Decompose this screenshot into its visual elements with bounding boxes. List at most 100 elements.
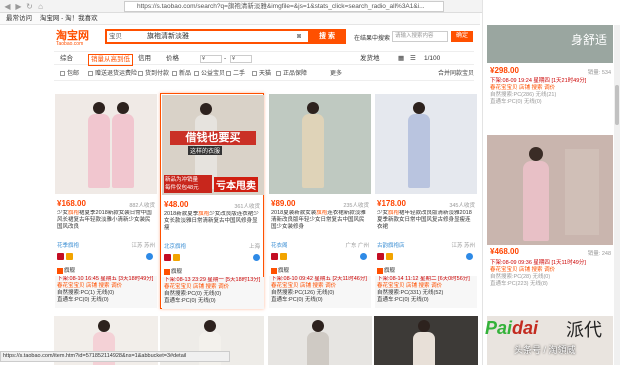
filter-genuine[interactable]: 正品保障: [276, 70, 307, 78]
shop-name[interactable]: 北京旗袍: [164, 242, 186, 250]
url-field[interactable]: https://s.taobao.com/search?q=旗袍清新淡雅&img…: [124, 1, 444, 12]
natural-search-stat: 自然搜索:PC(1) 无线(0): [57, 290, 115, 296]
bookmarks-bar: 最常访问 淘宝网 - 淘！我喜欢: [0, 13, 480, 25]
in-results-input[interactable]: 请输入搜索内容: [392, 31, 448, 42]
shop-links[interactable]: 春花宝宝贝 店铺 搜索 调价: [164, 284, 264, 291]
page-indicator: 1/100: [424, 55, 441, 62]
price-to-input[interactable]: ¥: [230, 55, 252, 63]
shop-name[interactable]: 古韵旗袍店: [377, 241, 405, 249]
bookmark-most-visited[interactable]: 最常访问: [6, 15, 32, 22]
wangwang-icon[interactable]: [253, 254, 260, 261]
product-image[interactable]: 身舒适: [487, 25, 613, 63]
guarantee-icon[interactable]: [377, 253, 384, 260]
right-product-card[interactable]: 身舒适 ¥298.00 销量: 534 下架:08-09 19:24 星期四 […: [487, 25, 613, 135]
product-title[interactable]: 2018新款夏季旗袍少女改良版连衣裙少女长款淡雅日常清新复古中国风修身显瘦: [164, 211, 262, 239]
delist-time: 下架:08-13 23:29 星期一 [5天18时13分]: [164, 277, 261, 283]
ad-stat: 直通车:PC(0) 无线(0): [164, 298, 216, 304]
tmall-badge: 旗舰: [271, 266, 289, 274]
guarantee-icon[interactable]: [57, 253, 64, 260]
search-button[interactable]: 搜 索: [308, 29, 346, 44]
sort-default[interactable]: 综合: [60, 54, 73, 64]
delist-time: 下架:08-10 16:45 星期五 [3天18时49分]: [57, 276, 154, 282]
product-price: ¥89.00: [271, 199, 296, 208]
search-input[interactable]: 旗袍清新淡雅: [147, 32, 189, 42]
product-card[interactable]: ¥168.00 882人收货 少女旗袍裙夏季2018新款女装日常中国风长裙复古年轻款…: [54, 93, 158, 309]
ad-stat: 直通车:PC(0) 无线(0): [377, 297, 429, 303]
delist-time: 下架:08-14 11:12 星期二 [6天0时56分]: [377, 276, 470, 282]
product-card[interactable]: 借钱也要买 这样的衣服 新品为冲销量 每件仅包48元 亏本甩卖 ¥48.00 361人收货 2…: [160, 93, 264, 309]
shop-name[interactable]: 花衣阁: [271, 241, 288, 249]
product-image[interactable]: [375, 94, 477, 194]
status-bar-url: https://s.taobao.com/item.htm?id=5718521…: [0, 351, 230, 362]
grid-view-icon[interactable]: ▦: [398, 54, 404, 64]
model-head: [93, 102, 105, 114]
in-results-confirm-button[interactable]: 确定: [451, 31, 473, 42]
natural-search-stat: 自然搜索:PC(286) 无线(21): [490, 92, 557, 98]
product-image[interactable]: [269, 94, 371, 194]
filter-bar: 包邮 赠送退货运费险 货到付款 新品 公益宝贝 二手 天猫 正品保障 更多 合并…: [54, 67, 474, 81]
gold-seller-icon[interactable]: [173, 254, 180, 261]
service-icons: [271, 253, 369, 263]
product-image[interactable]: [487, 135, 613, 245]
filter-tmall[interactable]: 天猫: [252, 70, 271, 78]
sort-price[interactable]: 价格: [166, 54, 179, 64]
product-image-partial[interactable]: [374, 316, 478, 365]
camera-icon[interactable]: ◙: [297, 32, 301, 42]
bookmark-taobao[interactable]: 淘宝网 - 淘！我喜欢: [40, 15, 98, 22]
shop-name[interactable]: 花季旗袍: [57, 241, 79, 249]
shop-links[interactable]: 春花宝宝贝 店铺 搜索 调价: [271, 283, 371, 290]
scrollbar-thumb[interactable]: [615, 85, 619, 125]
product-title[interactable]: 少女旗袍裙年轻款改良版清新淡雅2018夏季新款女日常中国风复古修身显瘦连衣裙: [377, 210, 475, 238]
filter-secondhand[interactable]: 二手: [226, 70, 245, 78]
image-banner-text: 身舒适: [570, 33, 607, 47]
gold-seller-icon[interactable]: [386, 253, 393, 260]
shop-links[interactable]: 春花宝宝贝 店铺 搜索 调价: [490, 267, 612, 274]
shop-links[interactable]: 春花宝宝贝 店铺 搜索 调价: [377, 283, 477, 290]
home-icon[interactable]: ⌂: [36, 2, 45, 11]
product-image[interactable]: 借钱也要买 这样的衣服 新品为冲销量 每件仅包48元 亏本甩卖: [162, 95, 264, 195]
product-title[interactable]: 2018夏装新款女装旗袍连衣裙新款淡雅清新改良版年轻少女日常复古中国风民国少女装…: [271, 210, 369, 238]
product-card[interactable]: ¥178.00 345人收货 少女旗袍裙年轻款改良版清新淡雅2018夏季新款女日常中…: [374, 93, 478, 309]
guarantee-icon[interactable]: [271, 253, 278, 260]
wangwang-icon[interactable]: [360, 253, 367, 260]
guarantee-icon[interactable]: [164, 254, 171, 261]
sort-sales[interactable]: 销量从高到低: [88, 54, 133, 66]
right-product-card[interactable]: ¥468.00 销量: 248 下架:08-09 09:36 星期四 [1天11…: [487, 135, 613, 310]
filter-cod[interactable]: 货到付款: [138, 70, 169, 78]
scrollbar[interactable]: [614, 25, 620, 365]
filter-new[interactable]: 新品: [172, 70, 191, 78]
product-card[interactable]: ¥89.00 235人收货 2018夏装新款女装旗袍连衣裙新款淡雅清新改良版年轻少女…: [268, 93, 372, 309]
product-title[interactable]: 少女旗袍裙夏季2018新款女装日常中国风长裙复古年轻款淡雅小清新少女装民国风改良: [57, 210, 155, 238]
gold-seller-icon[interactable]: [280, 253, 287, 260]
merge-same-items[interactable]: 合并同款宝贝: [438, 70, 474, 78]
model-head: [418, 320, 430, 332]
service-icons: [377, 253, 475, 263]
sales-count: 361人收货: [234, 204, 260, 210]
wangwang-icon[interactable]: [466, 253, 473, 260]
wangwang-icon[interactable]: [146, 253, 153, 260]
ship-from-select[interactable]: 发货地: [360, 54, 380, 64]
forward-icon[interactable]: ▶: [14, 2, 23, 11]
product-image-partial[interactable]: [268, 316, 372, 365]
price-from-input[interactable]: ¥: [200, 55, 222, 63]
filter-return-insurance[interactable]: 赠送退货运费险: [88, 70, 137, 78]
product-image[interactable]: [55, 94, 157, 194]
model-head: [117, 102, 129, 114]
filter-free-shipping[interactable]: 包邮: [60, 70, 79, 78]
tmall-icon: [271, 267, 277, 274]
shop-links[interactable]: 春花宝宝贝 店铺 搜索 调价: [57, 283, 157, 290]
natural-search-stat: 自然搜索:PC(28) 无线(0): [490, 274, 551, 280]
gold-seller-icon[interactable]: [66, 253, 73, 260]
sales-count: 882人收货: [129, 203, 155, 209]
refresh-icon[interactable]: ↻: [25, 2, 34, 11]
sort-bar: 综合 销量从高到低 信用 价格 ¥ - ¥ 发货地 ▦ ☰ 1/100: [54, 51, 474, 66]
sales-count: 销量: 534: [587, 70, 611, 76]
filter-more[interactable]: 更多: [330, 70, 342, 78]
list-view-icon[interactable]: ☰: [410, 54, 416, 64]
filter-charity[interactable]: 公益宝贝: [194, 70, 225, 78]
sales-count: 345人收货: [449, 203, 475, 209]
shop-links[interactable]: 春花宝宝贝 店铺 搜索 调价: [490, 85, 612, 92]
sort-credit[interactable]: 信用: [138, 54, 151, 64]
search-scope-select[interactable]: 宝贝: [109, 32, 122, 42]
back-icon[interactable]: ◀: [3, 2, 12, 11]
